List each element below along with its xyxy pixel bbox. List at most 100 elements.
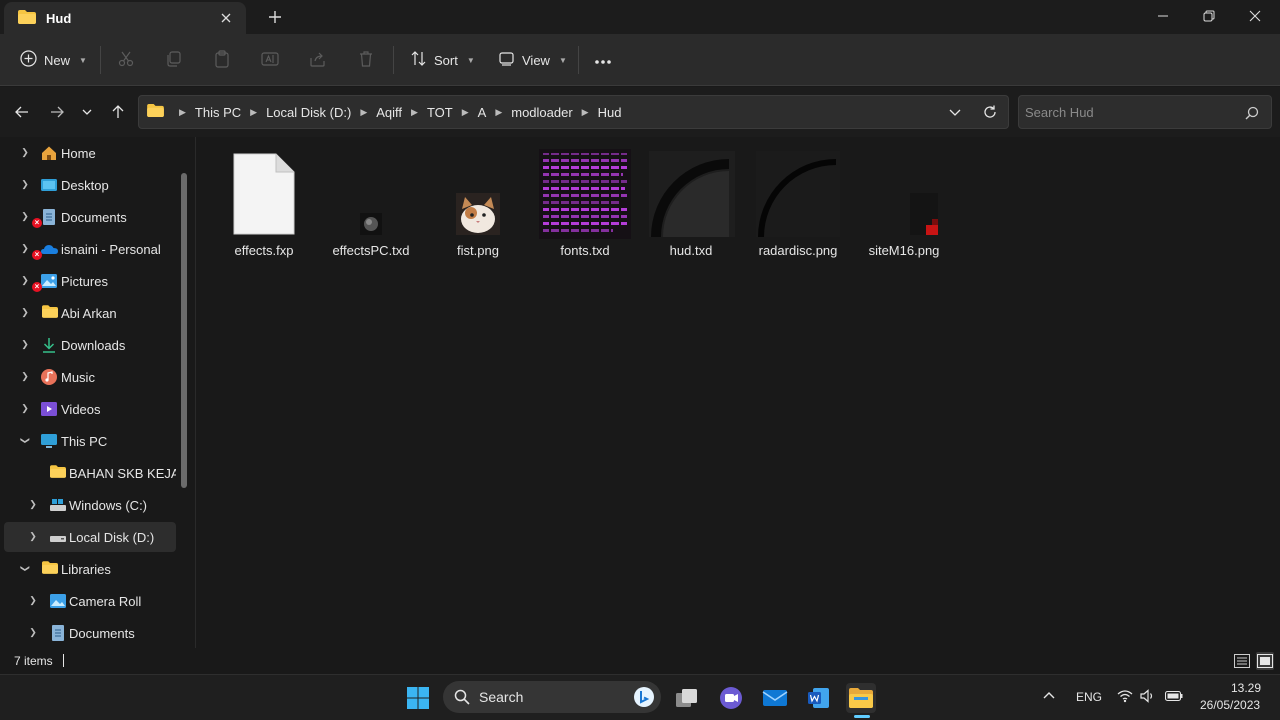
show-hidden-icons-button[interactable]: [1042, 689, 1056, 706]
recent-locations-button[interactable]: [76, 101, 98, 123]
sidebar-item-desktop[interactable]: ❯ Desktop: [4, 170, 176, 200]
sidebar-item-label: Abi Arkan: [61, 306, 117, 321]
address-bar[interactable]: ▶ This PC ▶ Local Disk (D:) ▶ Aqiff ▶ TO…: [138, 95, 1009, 129]
file-item[interactable]: fonts.txd: [535, 149, 635, 263]
cut-button[interactable]: [117, 46, 135, 74]
breadcrumb-local-disk[interactable]: Local Disk (D:): [266, 105, 351, 120]
minimize-button[interactable]: [1140, 0, 1186, 32]
file-item[interactable]: radardisc.png: [748, 149, 848, 263]
wifi-icon[interactable]: [1117, 689, 1133, 706]
paste-button[interactable]: [213, 46, 231, 74]
rename-button[interactable]: [261, 46, 279, 74]
clock-time[interactable]: 13.29: [1231, 681, 1261, 695]
chevron-right-icon[interactable]: ❯: [20, 371, 30, 382]
sidebar-scrollbar[interactable]: [181, 173, 187, 488]
search-input[interactable]: [1025, 102, 1235, 122]
file-list: effects.fxp effectsPC.txd fist.png fonts…: [197, 137, 1280, 648]
more-options-button[interactable]: [594, 46, 612, 74]
chevron-right-icon[interactable]: ❯: [20, 339, 30, 350]
up-button[interactable]: [107, 101, 129, 123]
task-view-icon: [676, 689, 697, 707]
breadcrumb-a[interactable]: A: [478, 105, 487, 120]
clock-date[interactable]: 26/05/2023: [1200, 698, 1260, 712]
sidebar-item-abi-arkan[interactable]: ❯ Abi Arkan: [4, 298, 176, 328]
chevron-right-icon[interactable]: ❯: [20, 243, 30, 254]
view-button[interactable]: View ▼: [498, 46, 567, 74]
chevron-right-icon[interactable]: ❯: [20, 147, 30, 158]
task-view-button[interactable]: [672, 683, 702, 713]
breadcrumb-this-pc[interactable]: This PC: [195, 105, 241, 120]
chevron-down-icon[interactable]: ❯: [20, 436, 31, 446]
sidebar-item-bahan-skb[interactable]: BAHAN SKB KEJAKSAAN: [4, 458, 176, 488]
new-tab-button[interactable]: [266, 8, 284, 26]
file-item[interactable]: siteM16.png: [854, 149, 954, 263]
sidebar-item-music[interactable]: ❯ Music: [4, 362, 176, 392]
sort-icon: [410, 50, 427, 70]
chevron-down-icon: [82, 109, 92, 115]
tab-hud[interactable]: Hud: [4, 2, 246, 34]
back-button[interactable]: [11, 101, 33, 123]
chevron-right-icon[interactable]: ❯: [28, 627, 38, 638]
copy-button[interactable]: [165, 46, 183, 74]
sidebar-item-this-pc[interactable]: ❯ This PC: [4, 426, 176, 456]
sync-error-icon: ×: [32, 250, 42, 260]
file-item[interactable]: effects.fxp: [214, 149, 314, 263]
refresh-button[interactable]: [982, 104, 998, 123]
teams-chat-button[interactable]: [716, 683, 746, 713]
chevron-right-icon[interactable]: ❯: [28, 531, 38, 542]
chevron-right-icon[interactable]: ❯: [20, 211, 30, 222]
language-indicator[interactable]: ENG: [1076, 690, 1102, 704]
command-bar: New ▼ Sort ▼ View ▼: [0, 34, 1280, 86]
sidebar-item-libraries[interactable]: ❯ Libraries: [4, 554, 176, 584]
chevron-right-icon[interactable]: ❯: [20, 307, 30, 318]
taskbar-search[interactable]: Search: [443, 681, 661, 713]
large-icons-view-button[interactable]: [1256, 652, 1274, 670]
chevron-right-icon[interactable]: ❯: [28, 595, 38, 606]
sidebar-item-downloads[interactable]: ❯ Downloads: [4, 330, 176, 360]
sidebar-item-onedrive[interactable]: ❯ × isnaini - Personal: [4, 234, 176, 264]
chevron-down-icon[interactable]: ❯: [20, 564, 31, 574]
breadcrumb-hud[interactable]: Hud: [598, 105, 622, 120]
sidebar-item-windows-c[interactable]: ❯ Windows (C:): [4, 490, 176, 520]
close-window-button[interactable]: [1232, 0, 1278, 32]
word-button[interactable]: [804, 683, 834, 713]
sidebar-item-documents[interactable]: ❯ × Documents: [4, 202, 176, 232]
sidebar-item-camera-roll[interactable]: ❯ Camera Roll: [4, 586, 176, 616]
mail-button[interactable]: [760, 683, 790, 713]
pictures-icon: [41, 273, 57, 289]
start-button[interactable]: [403, 683, 433, 713]
forward-button[interactable]: [46, 101, 68, 123]
file-item[interactable]: effectsPC.txd: [321, 149, 421, 263]
sidebar-item-library-documents[interactable]: ❯ Documents: [4, 618, 176, 648]
chevron-right-icon[interactable]: ❯: [20, 275, 30, 286]
volume-icon[interactable]: [1140, 689, 1156, 706]
breadcrumb-modloader[interactable]: modloader: [511, 105, 572, 120]
sidebar-item-local-disk-d[interactable]: ❯ Local Disk (D:): [4, 522, 176, 552]
file-item[interactable]: fist.png: [428, 149, 528, 263]
chevron-right-icon[interactable]: ❯: [28, 499, 38, 510]
sort-button[interactable]: Sort ▼: [410, 46, 475, 74]
restore-button[interactable]: [1186, 0, 1232, 32]
file-explorer-button[interactable]: [846, 683, 876, 713]
breadcrumb-aqiff[interactable]: Aqiff: [376, 105, 402, 120]
sidebar-item-videos[interactable]: ❯ Videos: [4, 394, 176, 424]
videos-icon: [41, 401, 57, 417]
new-button[interactable]: New ▼: [20, 46, 87, 74]
address-history-button[interactable]: [948, 105, 962, 122]
sidebar-item-pictures[interactable]: ❯ × Pictures: [4, 266, 176, 296]
arrow-right-icon: [51, 106, 64, 118]
delete-button[interactable]: [357, 46, 375, 74]
close-tab-icon[interactable]: [218, 10, 234, 26]
sidebar-item-label: Videos: [61, 402, 101, 417]
file-item[interactable]: hud.txd: [641, 149, 741, 263]
share-button[interactable]: [309, 46, 327, 74]
breadcrumb-tot[interactable]: TOT: [427, 105, 453, 120]
sidebar-item-label: Home: [61, 146, 96, 161]
chevron-right-icon[interactable]: ❯: [20, 179, 30, 190]
search-icon[interactable]: [1245, 106, 1259, 123]
battery-icon[interactable]: [1164, 690, 1183, 705]
sidebar-item-home[interactable]: ❯ Home: [4, 138, 176, 168]
chevron-right-icon[interactable]: ❯: [20, 403, 30, 414]
details-view-button[interactable]: [1233, 652, 1251, 670]
bing-icon[interactable]: [633, 686, 655, 711]
